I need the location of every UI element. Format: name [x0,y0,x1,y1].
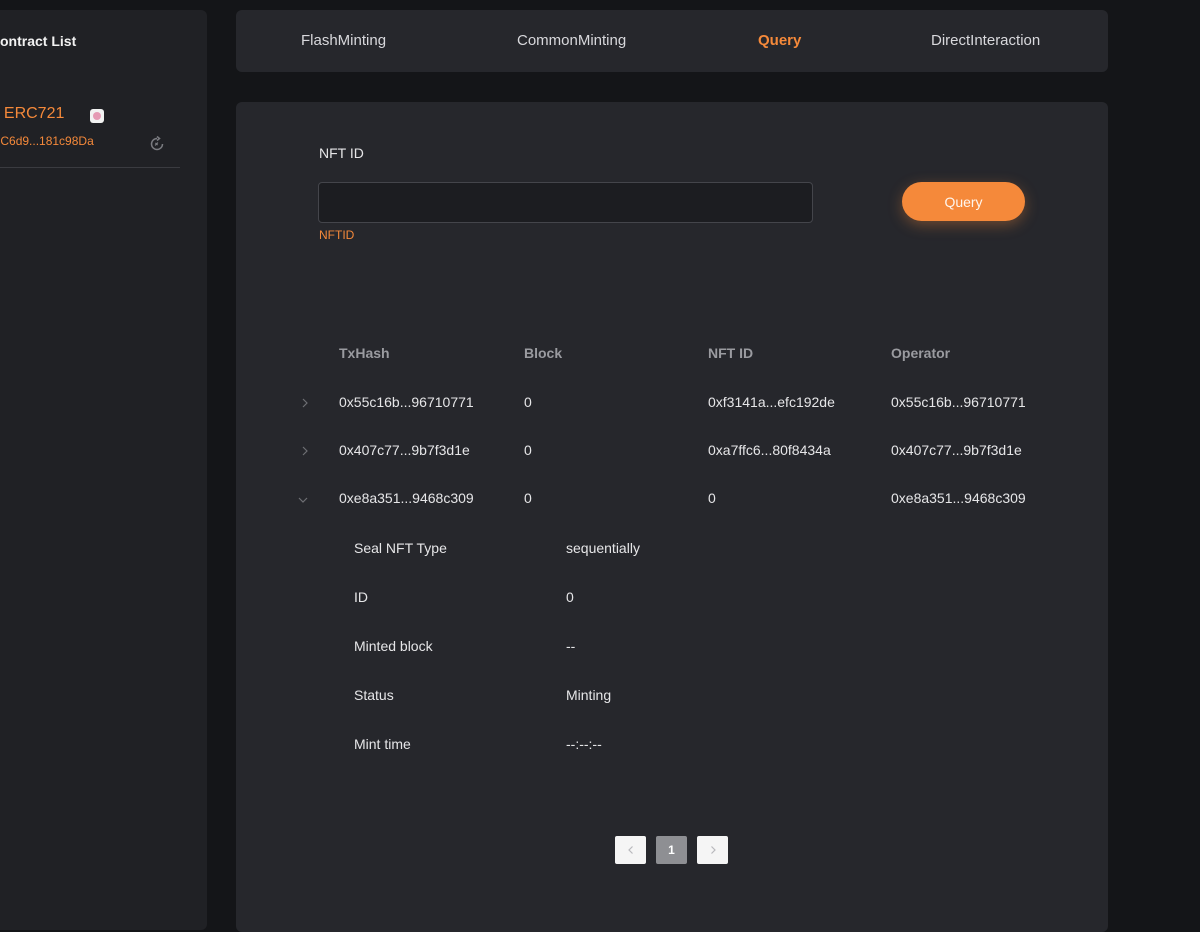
sidebar-title: ontract List [0,33,77,49]
detail-value: sequentially [566,540,640,556]
tab-directinteraction[interactable]: DirectInteraction [931,32,1040,49]
detail-label: Mint time [354,736,411,752]
nft-id-label: NFT ID [319,145,364,161]
row-nft-id: 0 [708,490,716,506]
row-nft-id: 0xa7ffc6...80f8434a [708,442,831,458]
detail-label: Status [354,687,394,703]
row-block: 0 [524,490,532,506]
detail-value: 0 [566,589,574,605]
expand-chevron-icon[interactable] [299,445,311,457]
refresh-icon[interactable] [148,135,166,153]
detail-value: -- [566,638,576,654]
row-block: 0 [524,442,532,458]
contract-address[interactable]: 2dC6d9...181c98Da [0,134,94,148]
header-nft-id: NFT ID [708,345,754,361]
detail-value: --:--:-- [566,736,602,752]
header-txhash: TxHash [339,345,390,361]
chevron-right-icon [710,846,716,854]
pagination-page[interactable]: 1 [656,836,687,864]
row-txhash: 0xe8a351...9468c309 [339,490,474,506]
row-txhash: 0x55c16b...96710771 [339,394,474,410]
tab-commonminting[interactable]: CommonMinting [517,32,626,49]
pagination-next-button[interactable] [697,836,728,864]
collapse-chevron-icon[interactable] [297,494,309,506]
tabs-bar: FlashMinting CommonMinting Query DirectI… [236,10,1108,72]
query-panel: NFT ID NFTID Query TxHash Block NFT ID O… [236,102,1108,932]
row-operator: 0x407c77...9b7f3d1e [891,442,1022,458]
row-txhash: 0x407c77...9b7f3d1e [339,442,470,458]
header-block: Block [524,345,563,361]
chevron-left-icon [627,846,633,854]
detail-label: ID [354,589,368,605]
expand-chevron-icon[interactable] [299,397,311,409]
tab-flashminting[interactable]: FlashMinting [301,32,386,49]
contract-sidebar: ontract List al ERC721 2dC6d9...181c98Da [0,10,207,930]
detail-label: Seal NFT Type [354,540,447,556]
contract-name[interactable]: al ERC721 [0,105,64,123]
row-operator: 0xe8a351...9468c309 [891,490,1026,506]
nft-id-hint: NFTID [319,228,355,242]
tab-query[interactable]: Query [758,32,801,49]
row-block: 0 [524,394,532,410]
row-operator: 0x55c16b...96710771 [891,394,1026,410]
header-operator: Operator [891,345,951,361]
pagination-prev-button[interactable] [615,836,646,864]
detail-value: Minting [566,687,612,703]
nft-id-input[interactable] [318,182,813,223]
contract-badge-icon [90,109,104,123]
detail-label: Minted block [354,638,433,654]
query-button[interactable]: Query [902,182,1025,221]
contract-list-item[interactable]: al ERC721 2dC6d9...181c98Da [0,102,180,168]
row-nft-id: 0xf3141a...efc192de [708,394,835,410]
